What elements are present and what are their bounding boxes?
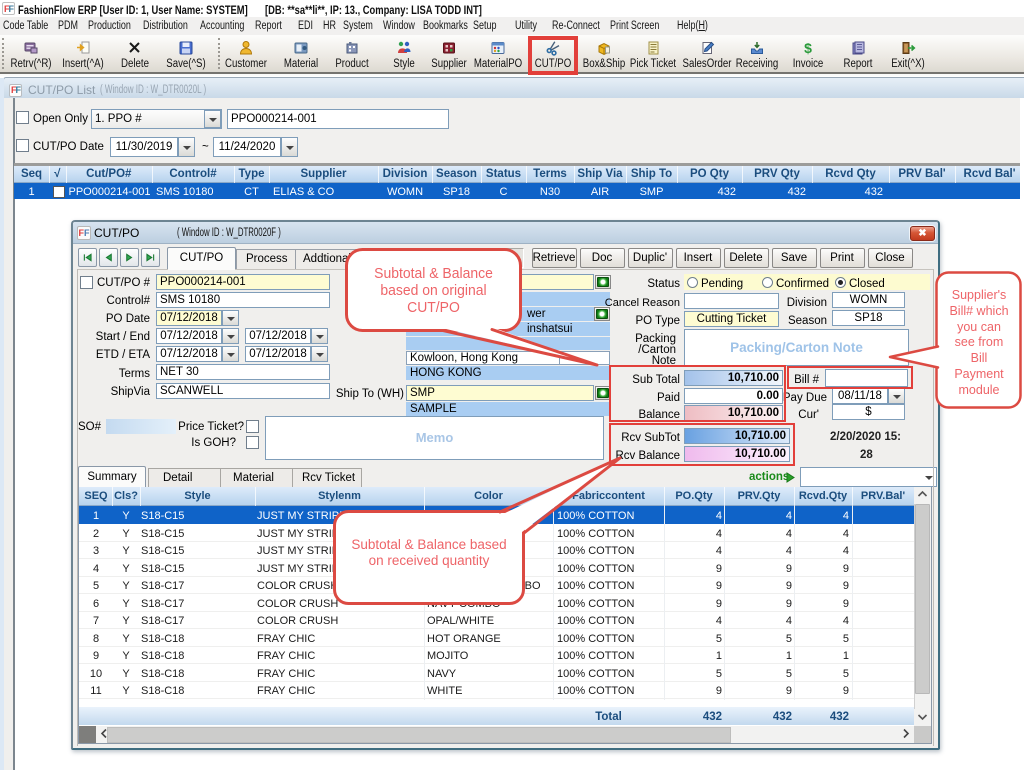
svg-text:$: $ <box>804 40 812 56</box>
